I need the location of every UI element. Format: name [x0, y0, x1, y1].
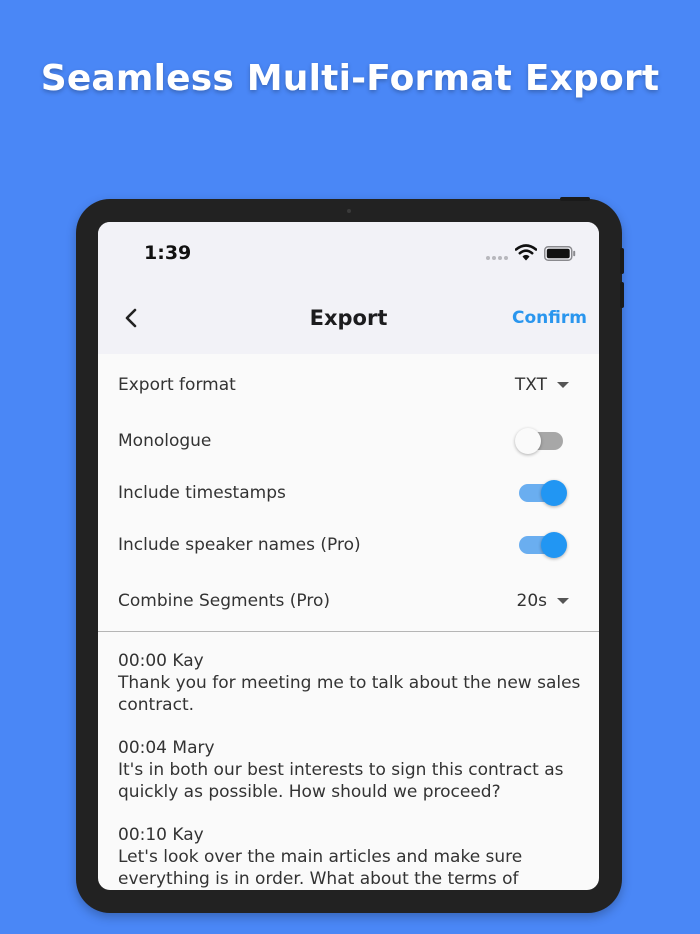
- export-format-label: Export format: [118, 375, 236, 395]
- speaker-names-toggle[interactable]: [519, 532, 567, 558]
- export-format-value: TXT: [514, 375, 547, 395]
- segment-speaker: Kay: [172, 825, 204, 845]
- segment-text: Thank you for meeting me to talk about t…: [118, 673, 581, 715]
- caret-down-icon: [557, 382, 569, 388]
- segment-time: 00:04: [118, 738, 167, 758]
- headline: Seamless Multi-Format Export: [40, 58, 660, 99]
- monologue-toggle[interactable]: [515, 428, 563, 454]
- monologue-label: Monologue: [118, 431, 212, 451]
- caret-down-icon: [557, 598, 569, 604]
- transcript-segment: 00:04 Mary It's in both our best interes…: [118, 737, 588, 803]
- transcript-preview[interactable]: 00:00 Kay Thank you for meeting me to ta…: [118, 650, 588, 890]
- timestamps-toggle[interactable]: [519, 480, 567, 506]
- toggle-knob: [515, 428, 541, 454]
- timestamps-row: Include timestamps: [98, 470, 599, 516]
- front-camera: [347, 209, 351, 213]
- export-format-row[interactable]: Export format TXT: [98, 362, 599, 408]
- confirm-button[interactable]: Confirm: [512, 308, 587, 328]
- volume-down-button: [620, 282, 624, 308]
- toggle-knob: [541, 532, 567, 558]
- combine-segments-value: 20s: [516, 591, 548, 611]
- segment-speaker: Mary: [172, 738, 215, 758]
- combine-segments-dropdown[interactable]: 20s: [516, 591, 569, 611]
- cellular-signal-icon: [486, 256, 508, 260]
- segment-text: It's in both our best interests to sign …: [118, 760, 564, 802]
- export-format-dropdown[interactable]: TXT: [515, 375, 569, 395]
- transcript-segment: 00:10 Kay Let's look over the main artic…: [118, 824, 588, 890]
- combine-segments-label: Combine Segments (Pro): [118, 591, 330, 611]
- speaker-names-label: Include speaker names (Pro): [118, 535, 361, 555]
- segment-time: 00:00: [118, 651, 167, 671]
- app-screen: 1:39 Export Confirm Export format TXT Mo…: [98, 222, 599, 890]
- power-button: [560, 197, 590, 201]
- timestamps-label: Include timestamps: [118, 483, 286, 503]
- navigation-header: 1:39 Export Confirm: [98, 222, 599, 354]
- volume-up-button: [620, 248, 624, 274]
- segment-speaker: Kay: [172, 651, 204, 671]
- status-time: 1:39: [144, 242, 192, 264]
- battery-icon: [544, 246, 576, 261]
- segment-time: 00:10: [118, 825, 167, 845]
- segment-text: Let's look over the main articles and ma…: [118, 847, 523, 889]
- wifi-icon: [515, 244, 537, 261]
- toggle-knob: [541, 480, 567, 506]
- section-divider: [98, 631, 599, 632]
- transcript-segment: 00:00 Kay Thank you for meeting me to ta…: [118, 650, 588, 716]
- combine-segments-row[interactable]: Combine Segments (Pro) 20s: [98, 578, 599, 624]
- monologue-row: Monologue: [98, 418, 599, 464]
- speaker-names-row: Include speaker names (Pro): [98, 522, 599, 568]
